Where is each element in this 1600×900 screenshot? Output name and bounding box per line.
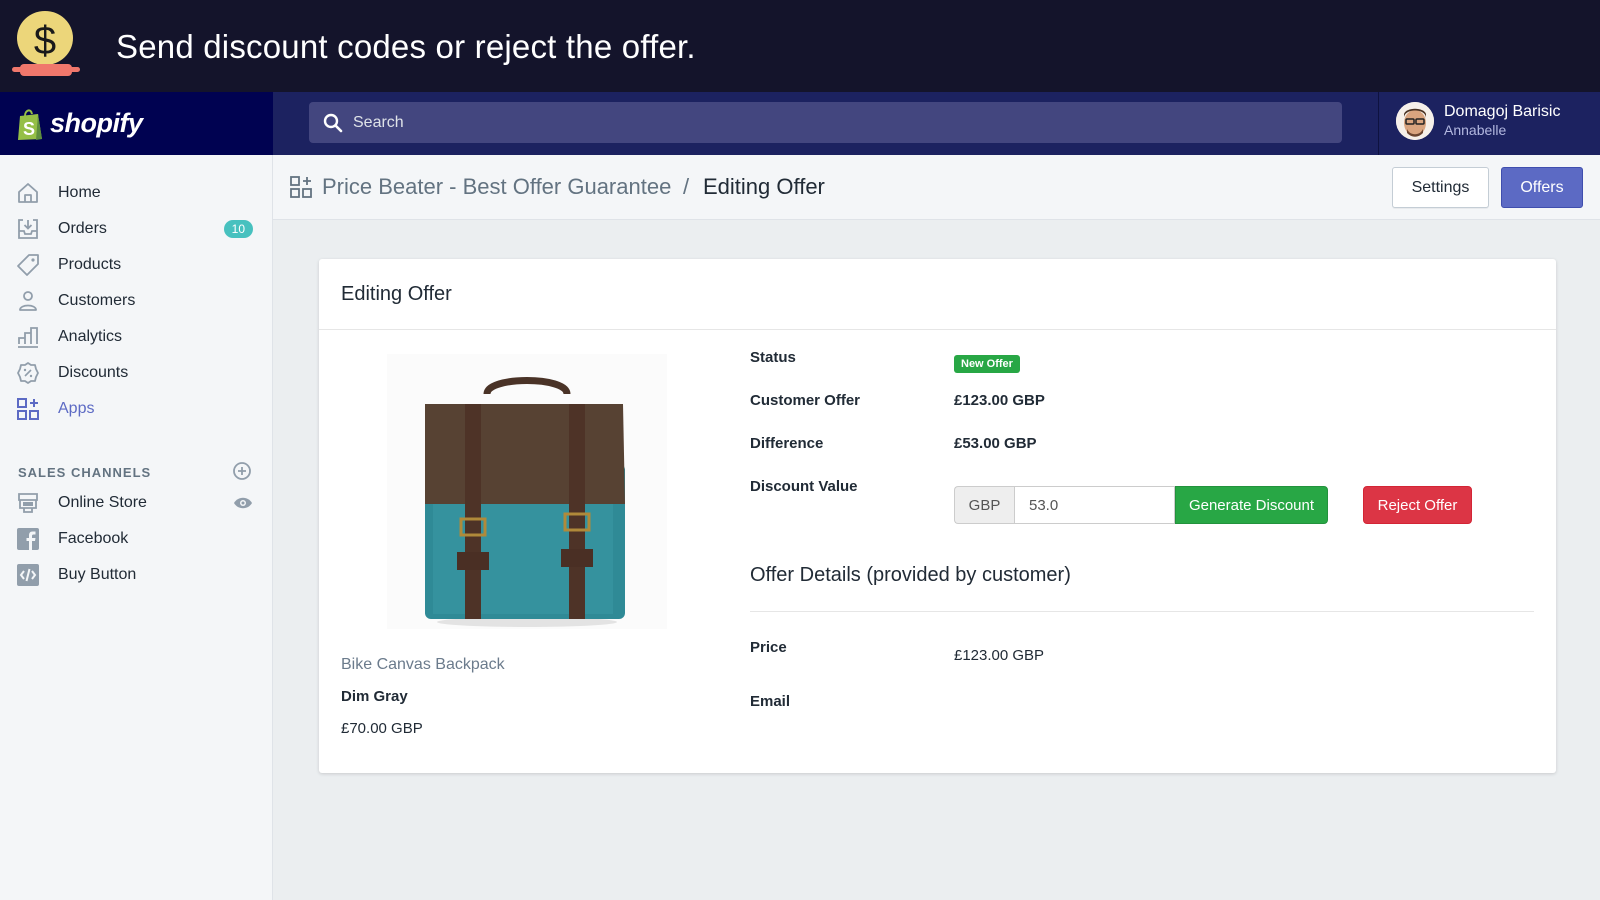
card-divider (319, 329, 1556, 330)
email-label: Email (750, 693, 791, 710)
sidebar-item-discounts[interactable]: Discounts (0, 356, 273, 390)
sidebar-item-label: Home (58, 184, 101, 201)
search-input[interactable] (353, 113, 1253, 132)
orders-icon (18, 219, 38, 239)
home-icon (18, 183, 38, 203)
tag-icon (17, 254, 39, 276)
topbar-divider (1378, 92, 1379, 155)
breadcrumb-app-link[interactable]: Price Beater - Best Offer Guarantee (322, 174, 671, 200)
apps-icon (290, 176, 312, 198)
sidebar-item-orders[interactable]: Orders 10 (0, 212, 273, 246)
page-header: Price Beater - Best Offer Guarantee / Ed… (273, 155, 1600, 220)
offer-details-heading: Offer Details (provided by customer) (750, 564, 1071, 586)
avatar (1396, 102, 1434, 140)
facebook-icon (17, 528, 39, 550)
orders-count-badge: 10 (223, 220, 253, 238)
sidebar-item-label: Orders (58, 220, 107, 237)
svg-text:$: $ (34, 19, 56, 63)
top-bar: S shopify Domagoj Barisic Annabelle (0, 92, 1600, 155)
settings-button[interactable]: Settings (1392, 167, 1489, 208)
shopify-logo[interactable]: S shopify (0, 92, 273, 155)
page-title: Editing Offer (703, 174, 825, 199)
card-title: Editing Offer (341, 283, 452, 305)
product-link[interactable]: Bike Canvas Backpack (341, 656, 505, 674)
customer-offer-label: Customer Offer (750, 392, 861, 409)
reject-offer-button[interactable]: Reject Offer (1363, 486, 1472, 524)
sidebar-item-buy-button[interactable]: Buy Button (0, 558, 273, 592)
sidebar-item-products[interactable]: Products (0, 248, 273, 282)
product-variant: Dim Gray (341, 688, 408, 705)
discount-icon (17, 362, 39, 384)
sidebar-item-online-store[interactable]: Online Store (0, 486, 273, 520)
currency-addon: GBP (954, 486, 1014, 524)
user-menu[interactable]: Domagoj Barisic Annabelle (1396, 102, 1560, 140)
sidebar-item-label: Online Store (58, 494, 147, 511)
customer-offer-value: £123.00 GBP (954, 392, 1045, 409)
add-channel-icon[interactable] (232, 461, 252, 481)
svg-text:S: S (23, 119, 35, 139)
product-image (387, 354, 667, 629)
product-price: £70.00 GBP (341, 720, 423, 737)
shopify-bag-icon: S (18, 108, 42, 140)
tutorial-banner: $ Send discount codes or reject the offe… (0, 0, 1600, 92)
sidebar-item-label: Discounts (58, 364, 129, 381)
price-label: Price (750, 639, 787, 656)
breadcrumb-separator: / (683, 174, 690, 199)
person-icon (19, 291, 37, 311)
discount-value-input[interactable] (1014, 486, 1175, 524)
sidebar-item-analytics[interactable]: Analytics (0, 320, 273, 354)
user-name: Domagoj Barisic (1444, 103, 1561, 120)
sidebar-item-label: Customers (58, 292, 136, 309)
sidebar-item-apps[interactable]: Apps (0, 392, 273, 426)
sales-channels-heading: SALES CHANNELS (18, 465, 152, 480)
sidebar: Home Orders 10 Products Customers Analyt… (0, 155, 273, 900)
sidebar-item-home[interactable]: Home (0, 176, 273, 210)
apps-icon (17, 398, 39, 420)
editing-offer-card: Editing Offer Bike Canvas Backpack Dim G… (319, 259, 1556, 773)
generate-discount-button[interactable]: Generate Discount (1175, 486, 1328, 524)
store-name: Annabelle (1444, 122, 1507, 138)
code-icon (17, 564, 39, 586)
offers-button[interactable]: Offers (1501, 167, 1583, 208)
eye-icon[interactable] (233, 496, 253, 510)
sidebar-item-label: Buy Button (58, 566, 137, 583)
status-label: Status (750, 349, 796, 366)
sidebar-item-label: Products (58, 256, 122, 273)
sidebar-item-customers[interactable]: Customers (0, 284, 273, 318)
dollar-coin-icon: $ (12, 11, 80, 76)
difference-label: Difference (750, 435, 824, 452)
sidebar-item-facebook[interactable]: Facebook (0, 522, 273, 556)
banner-text: Send discount codes or reject the offer. (116, 28, 696, 65)
search-bar[interactable] (309, 102, 1342, 143)
brand-name: shopify (50, 108, 143, 138)
status-badge: New Offer (954, 355, 1020, 373)
sidebar-item-label: Facebook (58, 530, 129, 547)
details-divider (750, 611, 1534, 612)
price-value: £123.00 GBP (954, 647, 1045, 664)
sidebar-item-label: Analytics (58, 328, 123, 345)
discount-value-label: Discount Value (750, 478, 858, 495)
store-icon (18, 493, 38, 513)
difference-value: £53.00 GBP (954, 435, 1037, 452)
bar-chart-icon (18, 327, 38, 348)
sidebar-item-label: Apps (58, 400, 95, 417)
search-icon (323, 113, 343, 132)
